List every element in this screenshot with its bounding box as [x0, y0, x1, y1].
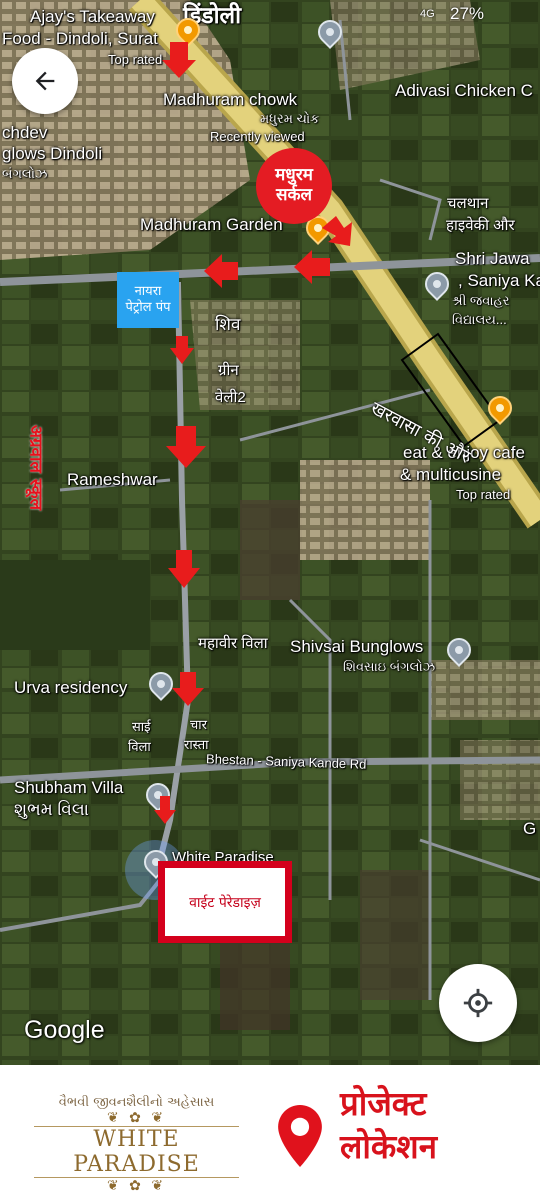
location-pin-icon [278, 1105, 322, 1167]
title-line: प्रोजेक्ट [340, 1084, 427, 1123]
badge-line: सर्कल [275, 185, 313, 205]
callout-text: वाईट पेरेडाइज़ [165, 868, 285, 936]
my-location-button[interactable] [439, 964, 517, 1042]
blue-box-line: पेट्रोल पंप [125, 300, 171, 315]
brand-logo: વૈભવી જીવનશૈલીનો અહેસાસ ❦ ✿ ❦ WHITE PARA… [34, 1095, 239, 1194]
nayara-petrol-label: नायरा पेट्रोल पंप [117, 272, 179, 328]
route-arrow-icon [154, 796, 176, 824]
agrawal-school-label: अग्रवाल स्कूल [26, 412, 48, 524]
back-arrow-icon [35, 71, 55, 91]
brand-name: WHITE PARADISE [34, 1126, 239, 1178]
back-button[interactable] [12, 48, 78, 114]
route-arrow-icon [294, 250, 330, 284]
satellite-map[interactable]: 27% 4G Ajay's Takeaway Food - Dindoli, S… [0, 0, 540, 1065]
project-banner: વૈભવી જીવનશૈલીનો અહેસાસ ❦ ✿ ❦ WHITE PARA… [0, 1065, 540, 1200]
white-paradise-callout: वाईट पेरेडाइज़ [158, 861, 292, 943]
my-location-icon [463, 988, 493, 1018]
route-arrow-icon [322, 216, 352, 246]
route-arrow-icon [168, 550, 200, 588]
brand-tagline: વૈભવી જીવનશૈલીનો અહેસાસ [58, 1095, 215, 1110]
blue-box-line: नायरा [134, 284, 162, 300]
ornament-icon: ❦ ✿ ❦ [106, 1178, 167, 1194]
google-attribution: Google [24, 1016, 105, 1044]
project-location-title: प्रोजेक्ट लोकेशन [340, 1083, 437, 1169]
vertical-label: अग्रवाल स्कूल [25, 424, 46, 511]
madhuram-circle-badge: मधुरम सर्कल [256, 148, 332, 224]
ornament-icon: ❦ ✿ ❦ [106, 1110, 167, 1126]
route-arrow-icon [204, 254, 238, 288]
route-arrow-icon [172, 672, 204, 706]
title-line: लोकेशन [340, 1126, 438, 1166]
route-arrow-icon [162, 42, 196, 78]
route-arrow-icon [170, 336, 194, 364]
badge-line: मधुरम [275, 165, 313, 186]
route-arrow-icon [166, 426, 206, 468]
